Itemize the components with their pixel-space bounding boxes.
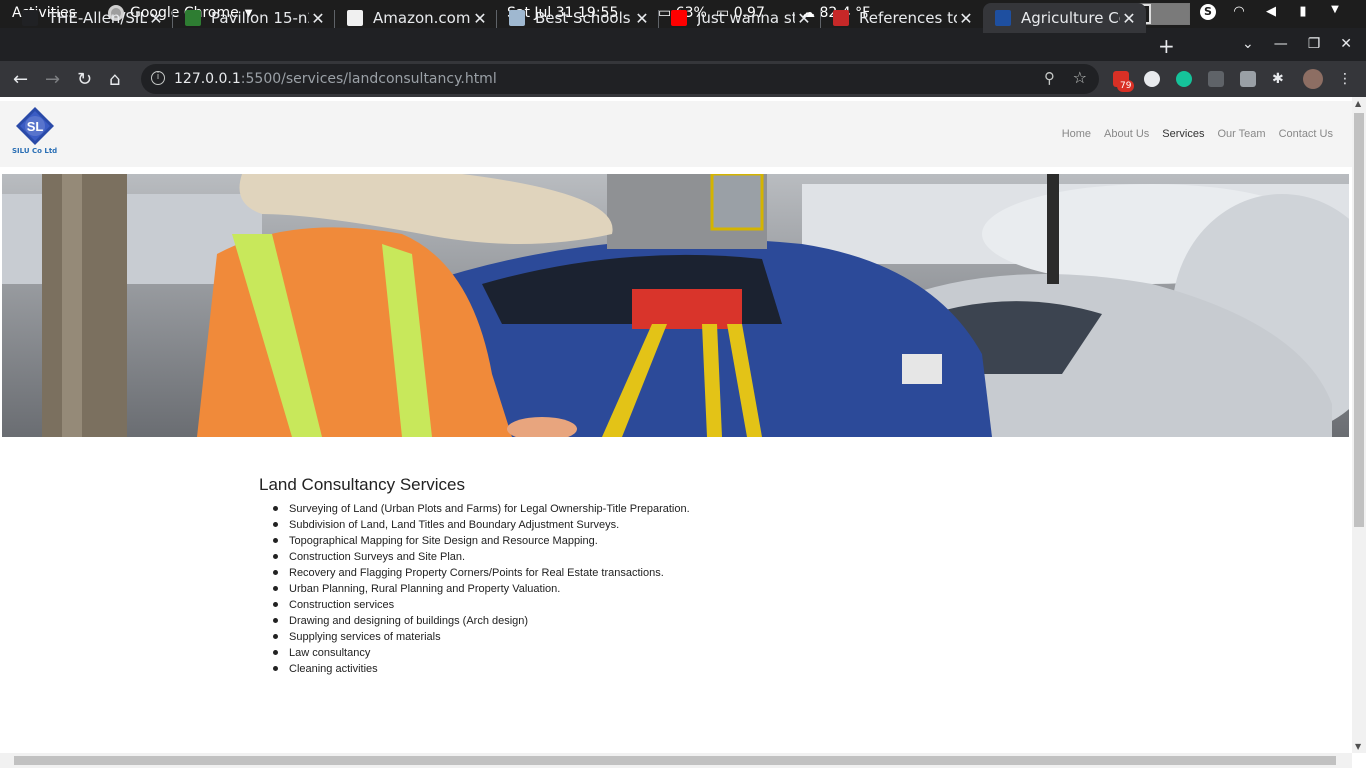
grammarly-icon[interactable]	[1176, 71, 1192, 87]
back-icon[interactable]: ←	[13, 69, 28, 90]
skype-icon[interactable]: S	[1200, 4, 1216, 20]
horizontal-scroll-thumb[interactable]	[14, 756, 1336, 765]
volume-icon[interactable]: ◀	[1262, 4, 1280, 20]
tab-title: Pavilion 15-n2	[211, 9, 309, 27]
tab-close-icon[interactable]: ✕	[795, 9, 813, 28]
browser-tab[interactable]: Best Schools I ✕	[497, 3, 659, 33]
tab-title: Just wanna st	[697, 9, 795, 27]
reader-extension-icon[interactable]	[1240, 71, 1256, 87]
chevron-down-icon[interactable]: ▼	[1326, 4, 1344, 20]
tab-favicon-icon	[22, 10, 38, 26]
browser-tab[interactable]: Pavilion 15-n2 ✕	[173, 3, 335, 33]
site-header: SL SILU Co Ltd Home About Us Services Our T…	[0, 101, 1352, 167]
service-item: Recovery and Flagging Property Corners/P…	[273, 565, 690, 581]
logo-caption: SILU Co Ltd	[12, 147, 58, 155]
more-menu-icon[interactable]: ⋮	[1338, 71, 1354, 87]
service-item: Construction Surveys and Site Plan.	[273, 549, 690, 565]
service-item: Law consultancy	[273, 645, 690, 661]
services-section: Land Consultancy Services Surveying of L…	[259, 475, 690, 677]
tab-search-icon[interactable]: ⌄	[1242, 36, 1254, 52]
tab-favicon-icon	[185, 10, 201, 26]
tab-close-icon[interactable]: ✕	[957, 9, 975, 28]
minimize-icon[interactable]: —	[1274, 36, 1288, 52]
service-item: Urban Planning, Rural Planning and Prope…	[273, 581, 690, 597]
page-viewport: SL SILU Co Ltd Home About Us Services Our T…	[0, 97, 1352, 753]
puzzle-icon[interactable]: ✱	[1272, 71, 1288, 87]
nav-link-services[interactable]: Services	[1162, 128, 1204, 140]
logo-diamond: SL	[16, 107, 54, 145]
url-text[interactable]: 127.0.0.1:5500/services/landconsultancy.…	[174, 71, 497, 87]
window-controls: ⌄ — ❐ ✕	[1242, 36, 1352, 52]
close-icon[interactable]: ✕	[1340, 36, 1352, 52]
url-host: 127.0.0.1	[174, 71, 241, 87]
browser-tab[interactable]: Agriculture Co ✕	[983, 3, 1146, 33]
browser-tab[interactable]: Amazon.com : ✕	[335, 3, 497, 33]
nav-link-our-team[interactable]: Our Team	[1217, 128, 1265, 140]
surveyor-photo	[2, 174, 1349, 437]
tab-title: THE-Allen/SILU	[48, 9, 147, 27]
service-item: Construction services	[273, 597, 690, 613]
zoom-icon[interactable]: ⚲	[1044, 69, 1055, 87]
service-item: Topographical Mapping for Site Design an…	[273, 533, 690, 549]
tab-favicon-icon	[995, 10, 1011, 26]
tab-close-icon[interactable]: ✕	[309, 9, 327, 28]
system-tray[interactable]: S ◠ ◀ ▮ ▼	[1200, 4, 1344, 20]
tab-favicon-icon	[833, 10, 849, 26]
service-item: Drawing and designing of buildings (Arch…	[273, 613, 690, 629]
service-item: Cleaning activities	[273, 661, 690, 677]
home-icon[interactable]: ⌂	[109, 69, 120, 90]
service-item: Supplying services of materials	[273, 629, 690, 645]
tab-title: Best Schools I	[535, 9, 633, 27]
browser-tab[interactable]: Just wanna st ✕	[659, 3, 821, 33]
hero-image	[2, 174, 1349, 437]
scroll-down-icon[interactable]: ▼	[1355, 742, 1361, 751]
tab-title: Amazon.com :	[373, 9, 471, 27]
site-nav: Home About Us Services Our Team Contact Us	[1062, 128, 1333, 140]
nav-link-home[interactable]: Home	[1062, 128, 1091, 140]
service-item: Subdivision of Land, Land Titles and Bou…	[273, 517, 690, 533]
wifi-icon[interactable]: ◠	[1230, 4, 1248, 20]
notification-badge: 79	[1117, 80, 1135, 92]
logo-text: SL	[27, 119, 44, 134]
tab-close-icon[interactable]: ✕	[147, 9, 165, 28]
url-path: :5500/services/landconsultancy.html	[240, 71, 497, 87]
site-logo[interactable]: SL SILU Co Ltd	[12, 107, 58, 157]
tab-favicon-icon	[671, 10, 687, 26]
tab-title: References to	[859, 9, 957, 27]
nav-link-about-us[interactable]: About Us	[1104, 128, 1149, 140]
tab-close-icon[interactable]: ✕	[1120, 9, 1138, 28]
reload-icon[interactable]: ↻	[77, 69, 92, 90]
tab-favicon-icon	[347, 10, 363, 26]
service-item: Surveying of Land (Urban Plots and Farms…	[273, 501, 690, 517]
page-title: Land Consultancy Services	[259, 475, 466, 494]
maximize-icon[interactable]: ❐	[1308, 36, 1321, 52]
horizontal-scrollbar[interactable]	[0, 753, 1352, 768]
forward-icon[interactable]: →	[45, 69, 60, 90]
battery-tray-icon[interactable]: ▮	[1294, 4, 1312, 20]
new-tab-button[interactable]: +	[1158, 34, 1175, 58]
tab-title: Agriculture Co	[1021, 9, 1120, 27]
tab-close-icon[interactable]: ✕	[471, 9, 489, 28]
browser-tab[interactable]: THE-Allen/SILU ✕	[10, 3, 173, 33]
scroll-thumb[interactable]	[1354, 113, 1364, 527]
nav-link-contact-us[interactable]: Contact Us	[1279, 128, 1333, 140]
address-bar[interactable]: i 127.0.0.1:5500/services/landconsultanc…	[141, 64, 1099, 94]
info-icon[interactable]: i	[151, 71, 165, 85]
bookmark-star-icon[interactable]: ☆	[1073, 68, 1087, 87]
browser-toolbar: ← → ↻ ⌂ i 127.0.0.1:5500/services/landco…	[0, 61, 1366, 97]
browser-tab[interactable]: References to ✕	[821, 3, 983, 33]
services-list: Surveying of Land (Urban Plots and Farms…	[273, 501, 690, 677]
tab-favicon-icon	[509, 10, 525, 26]
tab-close-icon[interactable]: ✕	[633, 9, 651, 28]
vertical-scrollbar[interactable]: ▲ ▼	[1352, 97, 1366, 753]
extension-icon[interactable]	[1208, 71, 1224, 87]
scroll-up-icon[interactable]: ▲	[1355, 99, 1361, 108]
skype-extension-icon[interactable]	[1144, 71, 1160, 87]
avatar[interactable]	[1303, 69, 1323, 89]
